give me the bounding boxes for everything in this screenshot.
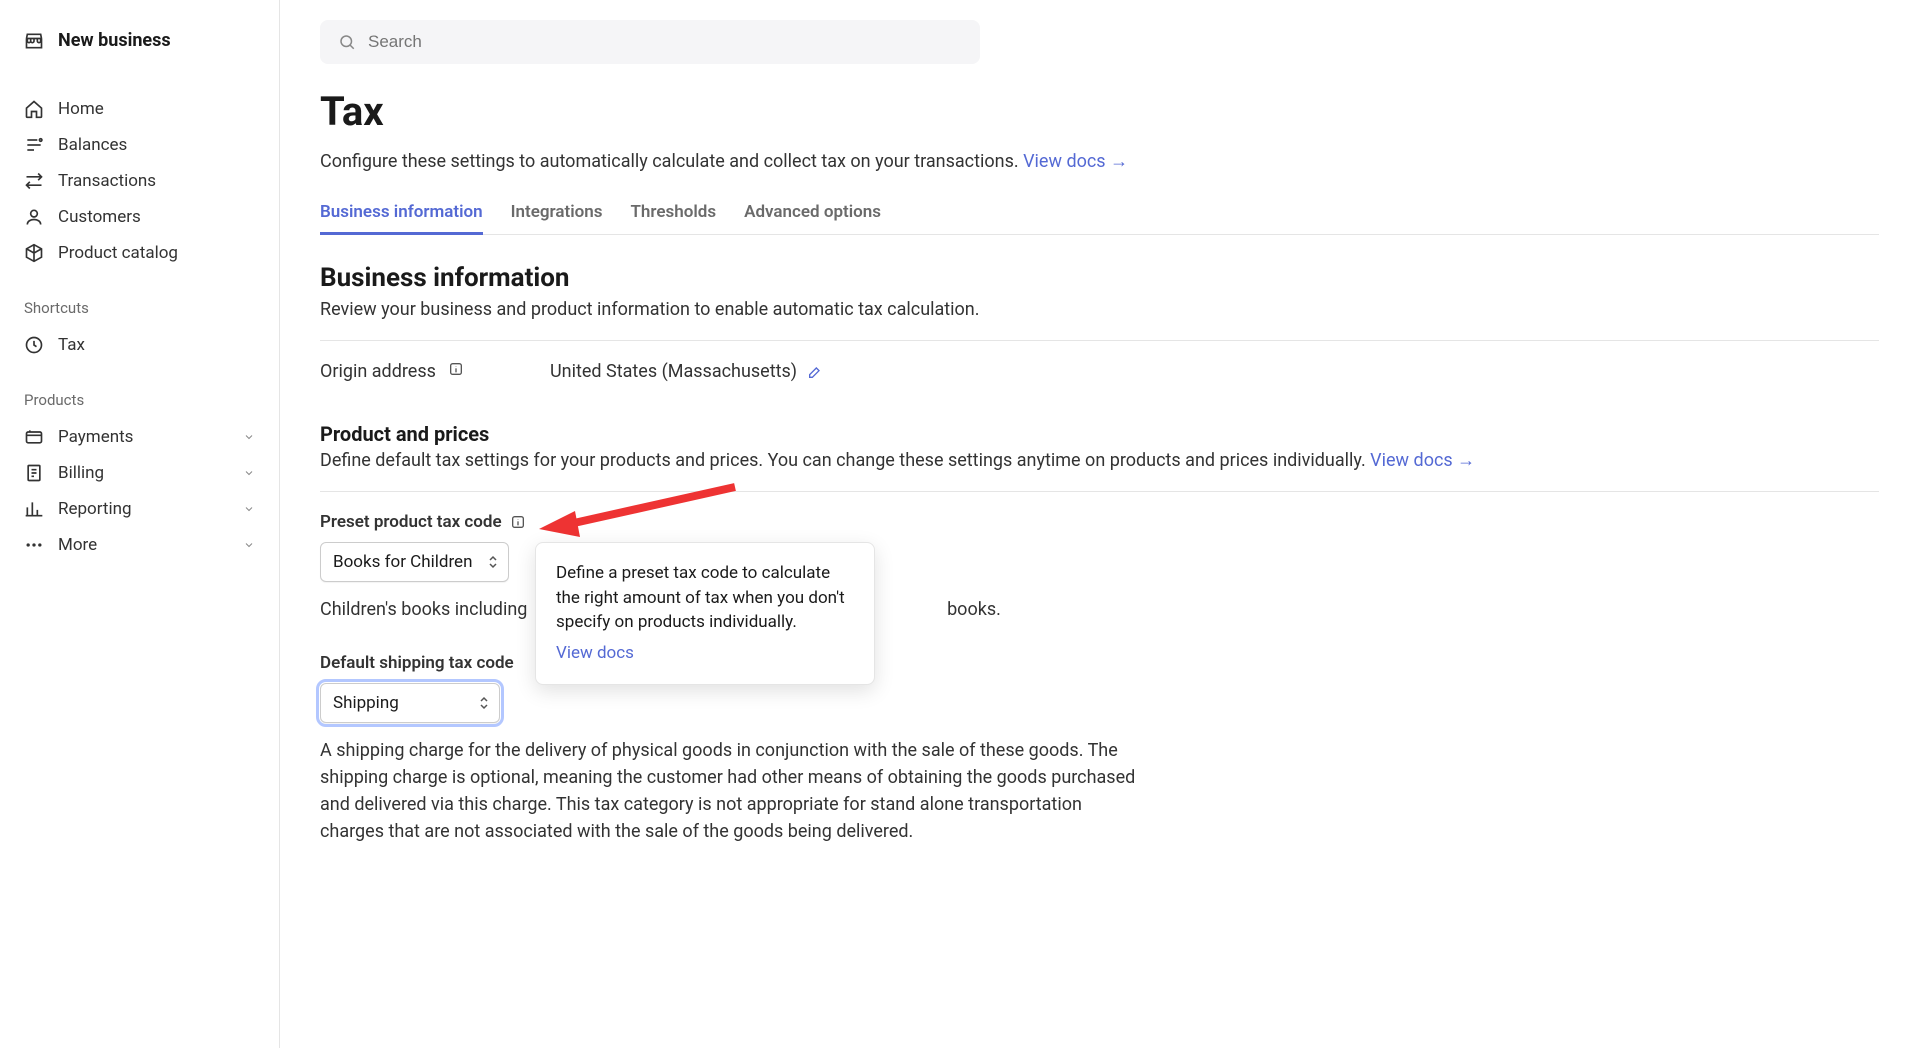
view-docs-link[interactable]: View docs → [1023, 151, 1128, 172]
nav-label: Tax [58, 335, 85, 355]
nav-billing[interactable]: Billing [24, 455, 255, 491]
home-icon [24, 99, 44, 119]
chevron-down-icon [243, 431, 255, 443]
shortcuts-label: Shortcuts [24, 299, 255, 317]
nav-transactions[interactable]: Transactions [24, 163, 255, 199]
payments-icon [24, 427, 44, 447]
nav-label: Payments [58, 427, 133, 447]
nav-balances[interactable]: Balances [24, 127, 255, 163]
products-label: Products [24, 391, 255, 409]
clock-icon [24, 335, 44, 355]
preset-tax-code-select[interactable]: Books for Children [320, 542, 509, 582]
nav-product-catalog[interactable]: Product catalog [24, 235, 255, 271]
nav-customers[interactable]: Customers [24, 199, 255, 235]
edit-icon[interactable] [807, 364, 823, 380]
nav-label: Transactions [58, 171, 156, 191]
divider [320, 340, 1879, 341]
origin-address-row: Origin address United States (Massachuse… [320, 361, 1879, 382]
nav-tax[interactable]: Tax [24, 327, 255, 363]
business-info-subtext: Review your business and product informa… [320, 299, 1879, 320]
tab-thresholds[interactable]: Thresholds [630, 192, 716, 235]
nav-label: Billing [58, 463, 104, 483]
origin-address-value: United States (Massachusetts) [550, 361, 797, 382]
arrow-right-icon: → [1457, 450, 1475, 471]
search-icon [338, 33, 356, 51]
business-info-heading: Business information [320, 263, 1879, 293]
more-icon [24, 535, 44, 555]
nav-label: Product catalog [58, 243, 178, 263]
tooltip-view-docs-link[interactable]: View docs [556, 641, 854, 666]
shipping-tax-code-select[interactable]: Shipping [320, 683, 500, 723]
page-title: Tax [320, 88, 1879, 135]
billing-icon [24, 463, 44, 483]
preset-tax-code-label: Preset product tax code [320, 512, 1879, 532]
chevron-down-icon [243, 467, 255, 479]
customers-icon [24, 207, 44, 227]
product-prices-subtext: Define default tax settings for your pro… [320, 450, 1879, 471]
nav-reporting[interactable]: Reporting [24, 491, 255, 527]
nav-shortcuts: Shortcuts Tax [24, 299, 255, 363]
origin-address-label: Origin address [320, 361, 540, 382]
balances-icon [24, 135, 44, 155]
business-header[interactable]: New business [24, 30, 255, 51]
chevron-down-icon [243, 503, 255, 515]
nav-more[interactable]: More [24, 527, 255, 563]
page-description: Configure these settings to automaticall… [320, 151, 1879, 172]
search-input[interactable] [368, 32, 962, 52]
nav-main: Home Balances Transactions Customers Pro… [24, 91, 255, 271]
view-docs-link[interactable]: View docs → [1370, 450, 1475, 471]
search-bar[interactable] [320, 20, 980, 64]
info-icon[interactable] [448, 361, 464, 377]
shipping-tax-code-help: A shipping charge for the delivery of ph… [320, 737, 1150, 845]
tab-advanced-options[interactable]: Advanced options [744, 192, 881, 235]
reporting-icon [24, 499, 44, 519]
tab-business-information[interactable]: Business information [320, 192, 483, 235]
nav-label: Home [58, 99, 104, 119]
nav-home[interactable]: Home [24, 91, 255, 127]
storefront-icon [24, 31, 44, 51]
sidebar: New business Home Balances Transactions … [0, 0, 280, 1048]
business-name: New business [58, 30, 171, 51]
product-prices-heading: Product and prices [320, 422, 1879, 446]
arrow-right-icon: → [1110, 151, 1128, 172]
nav-payments[interactable]: Payments [24, 419, 255, 455]
divider [320, 491, 1879, 492]
nav-label: Reporting [58, 499, 132, 519]
main-content: Tax Configure these settings to automati… [280, 0, 1919, 1048]
nav-label: More [58, 535, 97, 555]
tab-integrations[interactable]: Integrations [511, 192, 603, 235]
nav-label: Balances [58, 135, 127, 155]
nav-label: Customers [58, 207, 141, 227]
chevron-down-icon [243, 539, 255, 551]
tooltip-popover: Define a preset tax code to calculate th… [535, 542, 875, 685]
info-icon[interactable] [510, 514, 526, 530]
tabs: Business information Integrations Thresh… [320, 192, 1879, 235]
product-catalog-icon [24, 243, 44, 263]
transactions-icon [24, 171, 44, 191]
nav-products: Products Payments Billing Reporting [24, 391, 255, 563]
